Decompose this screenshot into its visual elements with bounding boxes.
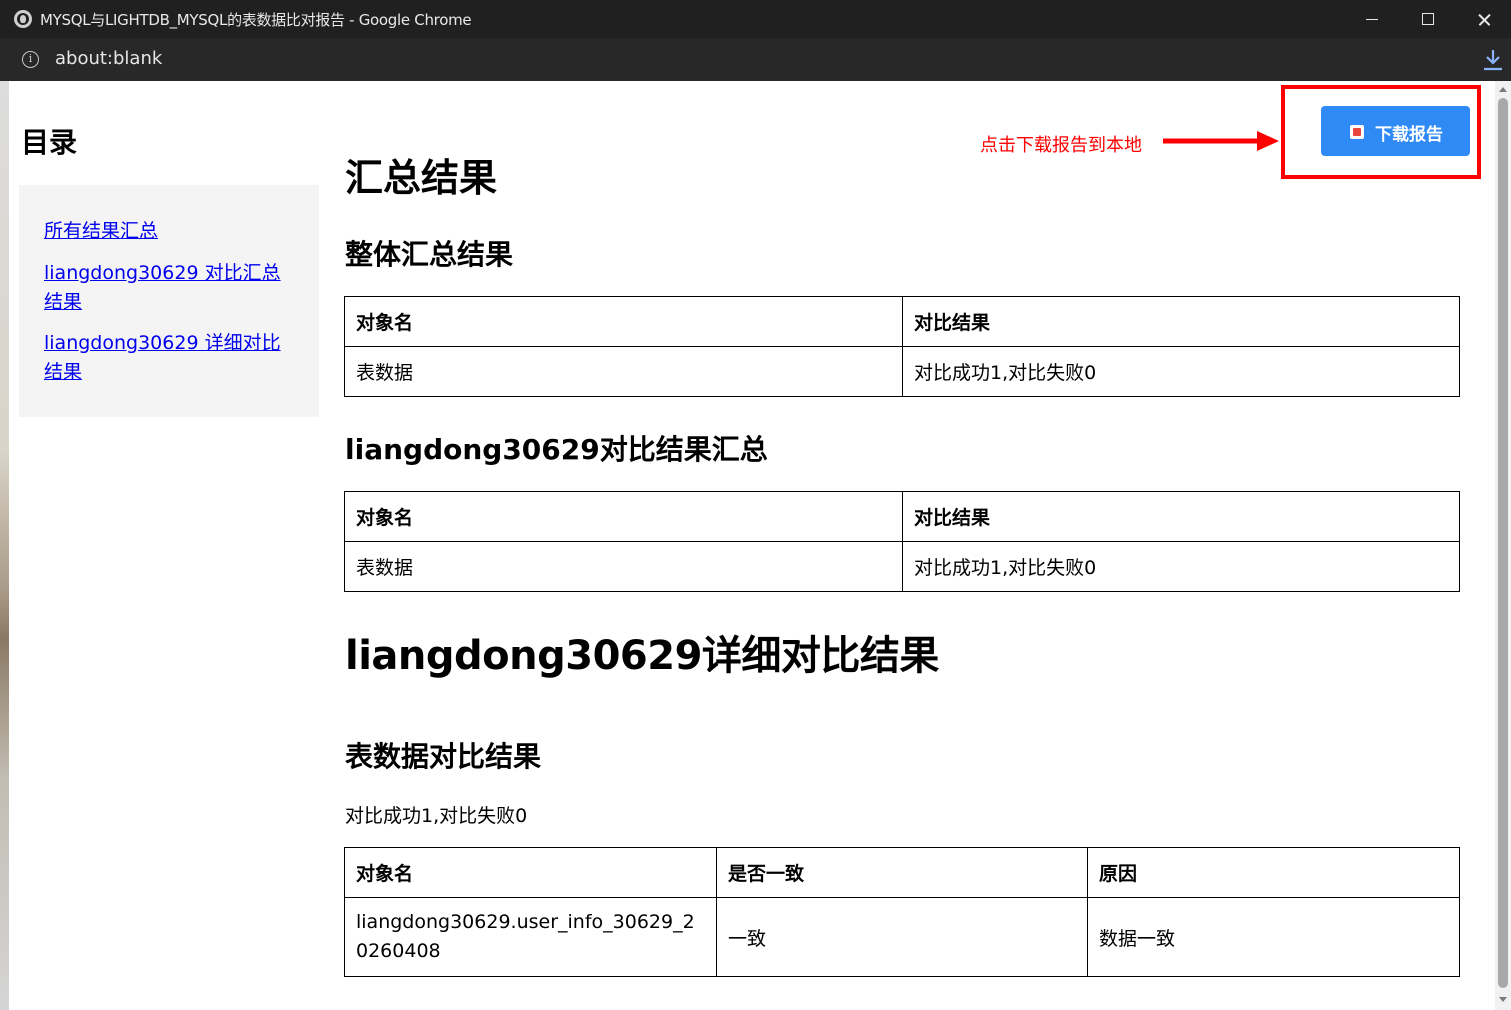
table-cell: 表数据 <box>344 541 903 592</box>
page-viewport: 目录 所有结果汇总 liangdong30629 对比汇总结果 liangdon… <box>9 81 1495 1010</box>
annotation-highlight-box <box>1281 85 1481 179</box>
table-cell: 数据一致 <box>1087 897 1460 977</box>
table-header: 对比结果 <box>902 491 1460 542</box>
table-row: liangdong30629.user_info_30629_20260408 … <box>344 897 1460 977</box>
scrollbar-thumb[interactable] <box>1498 98 1508 988</box>
toc-link-all-summary[interactable]: 所有结果汇总 <box>44 217 294 246</box>
window-title: MYSQL与LIGHTDB_MYSQL的表数据比对报告 - Google Chr… <box>40 11 472 29</box>
scroll-up-icon[interactable] <box>1499 87 1507 92</box>
annotation-arrow-icon <box>1163 131 1279 151</box>
table-cell: 一致 <box>716 897 1088 977</box>
table-row: 表数据 对比成功1,对比失败0 <box>344 346 1460 397</box>
download-icon[interactable] <box>1481 48 1505 74</box>
table-header: 是否一致 <box>716 847 1088 898</box>
toc-link-detail-result[interactable]: liangdong30629 详细对比结果 <box>44 329 294 387</box>
close-button[interactable] <box>1456 0 1511 38</box>
background-window-edge <box>0 81 9 1010</box>
schema-summary-heading: liangdong30629对比结果汇总 <box>345 433 768 466</box>
detail-heading: liangdong30629详细对比结果 <box>345 633 939 679</box>
table-data-result-heading: 表数据对比结果 <box>345 740 542 773</box>
schema-summary-table: 对象名 对比结果 表数据 对比成功1,对比失败0 <box>344 491 1460 592</box>
globe-icon <box>14 10 32 28</box>
table-cell: 对比成功1,对比失败0 <box>902 346 1460 397</box>
table-header: 对象名 <box>344 296 903 347</box>
url-text[interactable]: about:blank <box>55 48 162 69</box>
annotation-text: 点击下载报告到本地 <box>980 135 1142 156</box>
overall-summary-table: 对象名 对比结果 表数据 对比成功1,对比失败0 <box>344 296 1460 397</box>
table-cell: liangdong30629.user_info_30629_20260408 <box>344 897 717 977</box>
table-header: 原因 <box>1087 847 1460 898</box>
detail-result-table: 对象名 是否一致 原因 liangdong30629.user_info_306… <box>344 847 1460 977</box>
address-bar: i about:blank <box>0 38 1511 81</box>
info-icon[interactable]: i <box>22 51 39 68</box>
summary-heading: 汇总结果 <box>345 156 498 200</box>
minimize-button[interactable] <box>1344 0 1400 38</box>
maximize-icon <box>1422 13 1434 25</box>
minimize-icon <box>1366 19 1378 20</box>
table-header: 对象名 <box>344 847 717 898</box>
table-data-result-summary: 对比成功1,对比失败0 <box>345 805 528 827</box>
table-cell: 对比成功1,对比失败0 <box>902 541 1460 592</box>
maximize-button[interactable] <box>1400 0 1456 38</box>
table-row: 表数据 对比成功1,对比失败0 <box>344 541 1460 592</box>
overall-summary-heading: 整体汇总结果 <box>345 238 514 271</box>
scroll-down-icon[interactable] <box>1499 997 1507 1002</box>
toc-panel: 所有结果汇总 liangdong30629 对比汇总结果 liangdong30… <box>19 185 319 417</box>
table-header: 对比结果 <box>902 296 1460 347</box>
vertical-scrollbar[interactable] <box>1495 81 1511 1010</box>
toc-link-schema-summary[interactable]: liangdong30629 对比汇总结果 <box>44 259 294 317</box>
toc-title: 目录 <box>21 126 78 159</box>
table-cell: 表数据 <box>344 346 903 397</box>
title-bar: MYSQL与LIGHTDB_MYSQL的表数据比对报告 - Google Chr… <box>0 0 1511 38</box>
table-header: 对象名 <box>344 491 903 542</box>
